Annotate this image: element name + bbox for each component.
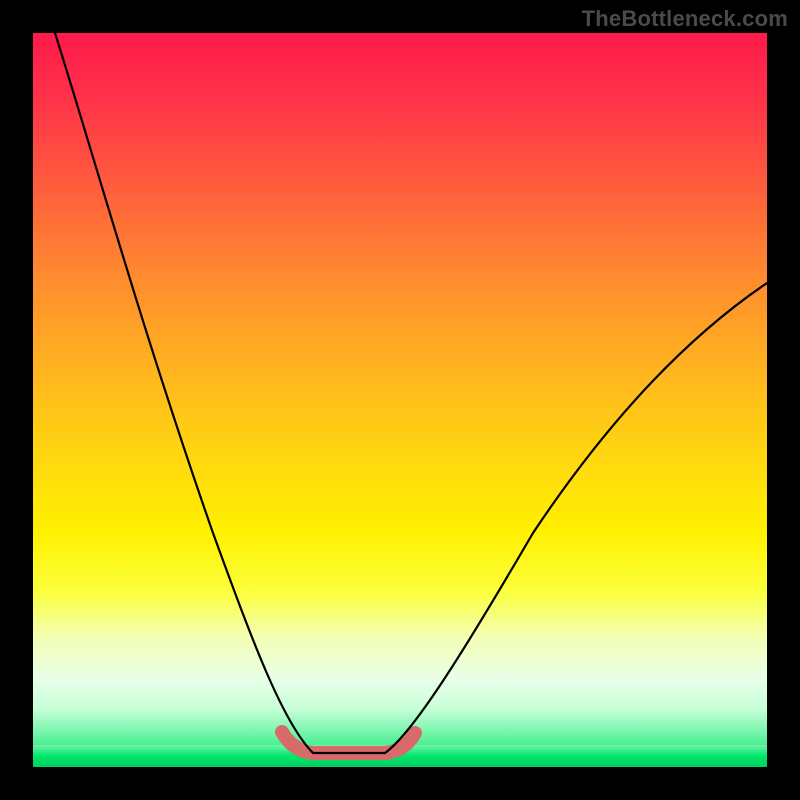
main-curve-path	[55, 33, 767, 753]
curve-svg	[33, 33, 767, 767]
plot-area	[33, 33, 767, 767]
highlight-bottom-path	[282, 732, 415, 753]
watermark-text: TheBottleneck.com	[582, 6, 788, 32]
chart-frame: TheBottleneck.com	[0, 0, 800, 800]
